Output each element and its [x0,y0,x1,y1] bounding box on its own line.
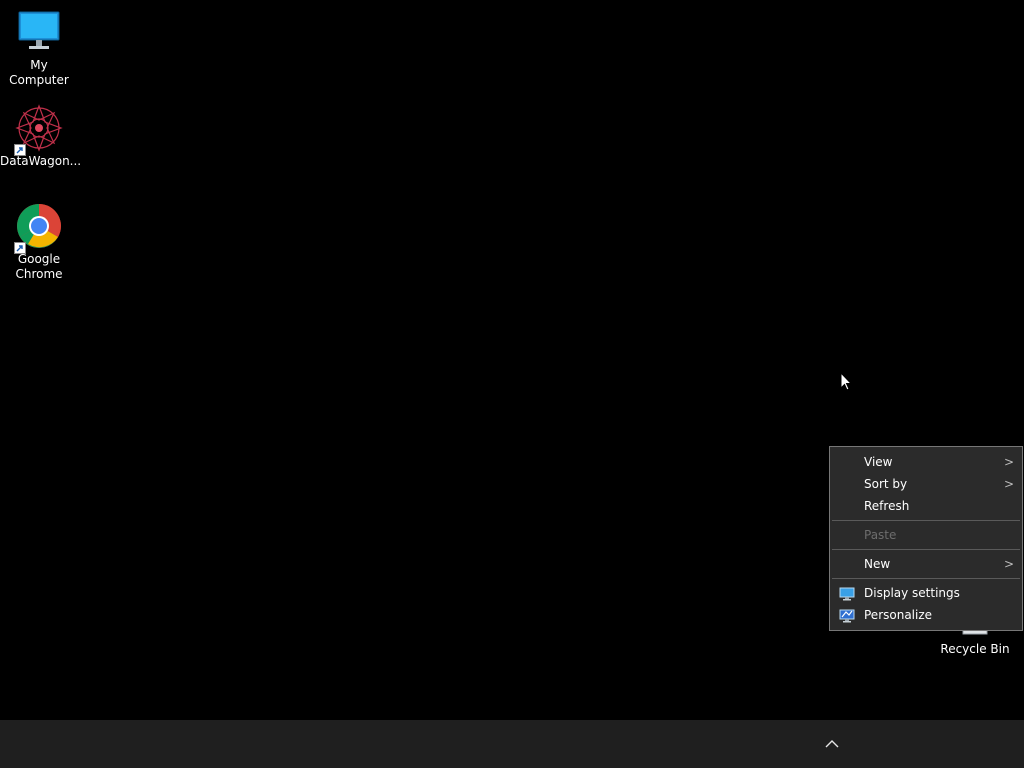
menu-separator [832,520,1020,521]
menu-item-label: View [864,455,893,469]
display-settings-icon [839,586,855,601]
mouse-pointer-icon [840,371,854,392]
menu-item-label: New [864,557,891,571]
menu-item-refresh[interactable]: Refresh [830,495,1022,517]
menu-item-label: Refresh [864,499,910,513]
menu-item-new[interactable]: New > [830,553,1022,575]
desktop-context-menu: View > Sort by > Refresh Paste New > Dis… [829,446,1023,631]
my-computer-label: My Computer [9,58,69,87]
menu-item-display-settings[interactable]: Display settings [830,582,1022,604]
chevron-up-icon[interactable] [818,732,846,756]
menu-item-personalize[interactable]: Personalize [830,604,1022,626]
desktop[interactable]: My Computer DataWagon... Google Chrome R… [0,0,1024,720]
menu-item-label: Sort by [864,477,908,491]
menu-item-sort-by[interactable]: Sort by > [830,473,1022,495]
chevron-right-icon: > [1003,455,1014,469]
google-chrome-shortcut[interactable]: Google Chrome [0,202,78,282]
google-chrome-label: Google Chrome [15,252,63,281]
chevron-right-icon: > [1003,557,1014,571]
menu-item-label: Display settings [864,586,960,600]
menu-item-paste: Paste [830,524,1022,546]
datawagon-shortcut[interactable]: DataWagon... [0,104,82,169]
shortcut-arrow-icon [14,242,26,254]
personalize-icon [839,608,855,623]
taskbar [0,720,1024,768]
shortcut-arrow-icon [14,144,26,156]
menu-separator [832,549,1020,550]
menu-item-label: Personalize [864,608,933,622]
chevron-right-icon: > [1003,477,1014,491]
recycle-bin-label: Recycle Bin [940,642,1010,656]
chrome-icon [14,202,63,254]
my-computer-shortcut[interactable]: My Computer [0,8,78,88]
menu-item-view[interactable]: View > [830,451,1022,473]
datawagon-mandala-icon [14,104,63,156]
monitor-icon [15,8,63,56]
menu-separator [832,578,1020,579]
datawagon-label: DataWagon... [0,154,82,168]
menu-item-label: Paste [864,528,897,542]
